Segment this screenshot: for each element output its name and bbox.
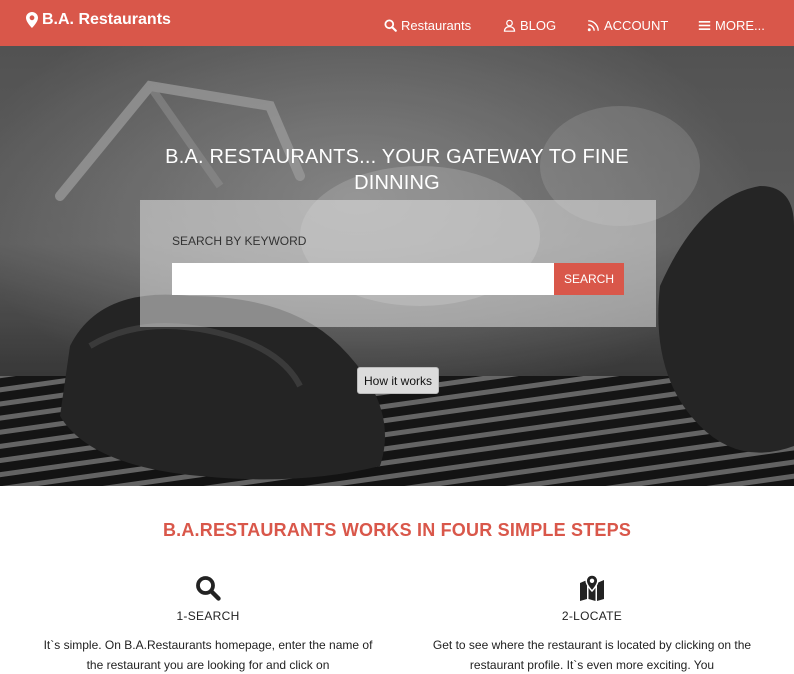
step-search: 1-SEARCH It`s simple. On B.A.Restaurants… (43, 574, 373, 674)
step-description: It`s simple. On B.A.Restaurants homepage… (43, 638, 373, 672)
search-icon (196, 576, 221, 601)
user-icon (503, 19, 516, 32)
nav-blog-label: BLOG (520, 18, 557, 33)
step-title: 2-LOCATE (561, 609, 623, 623)
rss-icon (587, 20, 599, 32)
menu-icon (698, 21, 711, 30)
search-panel: SEARCH BY KEYWORD SEARCH (140, 200, 656, 327)
nav-account-label: ACCOUNT (604, 18, 669, 33)
search-button[interactable]: SEARCH (554, 263, 624, 295)
keyword-search-input[interactable] (172, 263, 555, 295)
nav-account[interactable]: ACCOUNT (587, 18, 668, 33)
how-it-works-button[interactable]: How it works (357, 367, 439, 394)
map-marker-icon (26, 12, 38, 28)
steps-heading: B.A.RESTAURANTS WORKS IN FOUR SIMPLE STE… (162, 520, 632, 540)
nav-restaurants-label: Restaurants (401, 18, 472, 33)
map-pin-icon (580, 574, 604, 601)
step-locate: 2-LOCATE Get to see where the restaurant… (427, 574, 757, 674)
top-navbar: B.A. Restaurants Restaurants BLOG ACCOUN… (0, 0, 794, 46)
nav-blog[interactable]: BLOG (503, 18, 556, 33)
brand-name: B.A. Restaurants (42, 11, 171, 28)
step-description: Get to see where the restaurant is locat… (432, 638, 752, 672)
nav-restaurants[interactable]: Restaurants (384, 18, 471, 33)
hero-title: B.A. RESTAURANTS... YOUR GATEWAY TO FINE… (165, 146, 629, 194)
search-icon (384, 19, 397, 32)
nav-more[interactable]: MORE... (698, 18, 765, 33)
step-title: 1-SEARCH (176, 609, 240, 623)
search-label: SEARCH BY KEYWORD (172, 234, 307, 248)
hero-section: B.A. RESTAURANTS... YOUR GATEWAY TO FINE… (0, 46, 794, 486)
brand-link[interactable]: B.A. Restaurants (26, 11, 171, 29)
nav-more-label: MORE... (715, 18, 765, 33)
